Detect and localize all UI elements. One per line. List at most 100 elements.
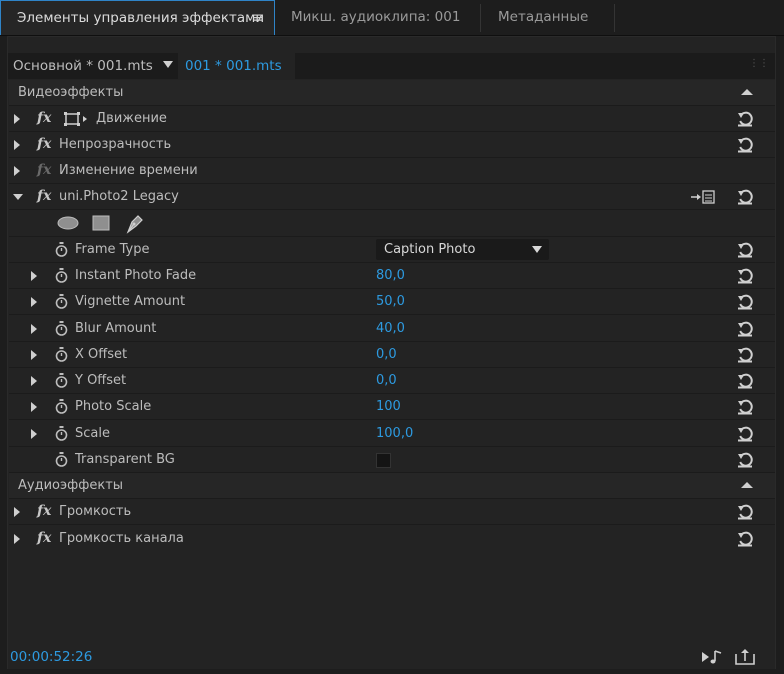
expand-triangle-icon[interactable] [14, 507, 20, 517]
expand-triangle-icon[interactable] [31, 429, 37, 439]
reset-icon[interactable] [737, 504, 753, 520]
effect-row-motion[interactable]: fx Движение [9, 106, 775, 132]
master-clip-tab[interactable]: Основной * 001.mts [13, 53, 153, 79]
reset-icon[interactable] [737, 373, 753, 389]
effect-label: Непрозрачность [59, 137, 172, 152]
param-value[interactable]: 100 [376, 394, 401, 419]
param-value[interactable]: 80,0 [376, 263, 405, 288]
reset-icon[interactable] [737, 347, 753, 363]
expand-triangle-icon[interactable] [14, 114, 20, 124]
param-value[interactable]: 0,0 [376, 368, 397, 393]
fx-badge-icon[interactable]: fx [37, 106, 51, 131]
reset-icon[interactable] [737, 321, 753, 337]
param-value[interactable]: 100,0 [376, 421, 413, 446]
transform-icon[interactable] [64, 112, 92, 126]
reset-icon[interactable] [737, 137, 753, 153]
effect-row-photo2[interactable]: fx uni.Photo2 Legacy [9, 184, 775, 210]
pen-mask-icon[interactable] [124, 212, 146, 234]
tab-audio-clip-mixer[interactable]: Микш. аудиоклипа: 001 [275, 0, 480, 35]
param-row-frame-type: Frame Type Caption Photo [9, 237, 775, 263]
transparent-bg-checkbox[interactable] [376, 453, 391, 468]
panel-tab-bar: Элементы управления эффектами ≡ Микш. ау… [0, 0, 784, 36]
effect-label: Изменение времени [59, 163, 198, 178]
stopwatch-icon[interactable] [55, 426, 68, 442]
effect-label: Громкость канала [59, 531, 184, 546]
param-row-x-offset: X Offset 0,0 [9, 342, 775, 368]
fx-badge-icon[interactable]: fx [37, 158, 51, 183]
expand-triangle-icon[interactable] [14, 534, 20, 544]
param-label: Photo Scale [75, 399, 152, 414]
audio-effects-label: Аудиоэффекты [18, 478, 124, 493]
stopwatch-icon[interactable] [55, 399, 68, 415]
reset-icon[interactable] [737, 399, 753, 415]
stopwatch-icon[interactable] [55, 452, 68, 468]
stopwatch-icon[interactable] [55, 321, 68, 337]
stopwatch-icon[interactable] [55, 268, 68, 284]
timecode-display[interactable]: 00:00:52:26 [10, 645, 92, 669]
ellipse-mask-icon[interactable] [57, 216, 79, 230]
clip-selector-bar: Основной * 001.mts 001 * 001.mts ⋮⋮ [8, 53, 775, 79]
rectangle-mask-icon[interactable] [92, 215, 110, 231]
stopwatch-icon[interactable] [55, 373, 68, 389]
stopwatch-icon[interactable] [55, 242, 68, 258]
chevron-down-icon [532, 246, 542, 253]
expand-triangle-icon[interactable] [31, 402, 37, 412]
effect-label: Громкость [59, 504, 132, 519]
param-value[interactable]: 40,0 [376, 316, 405, 341]
param-row-scale: Scale 100,0 [9, 421, 775, 447]
param-label: Frame Type [75, 242, 150, 257]
panel-menu-icon[interactable]: ≡ [252, 1, 264, 36]
reset-icon[interactable] [737, 268, 753, 284]
expand-triangle-icon[interactable] [31, 324, 37, 334]
param-label: Scale [75, 426, 110, 441]
param-value[interactable]: 0,0 [376, 342, 397, 367]
param-label: Transparent BG [75, 452, 175, 467]
reset-icon[interactable] [737, 452, 753, 468]
param-value[interactable]: 50,0 [376, 289, 405, 314]
effect-row-channel-volume[interactable]: fx Громкость канала [9, 526, 775, 552]
reset-icon[interactable] [737, 242, 753, 258]
expand-triangle-icon[interactable] [31, 271, 37, 281]
fx-badge-icon[interactable]: fx [37, 132, 51, 157]
audio-effects-header[interactable]: Аудиоэффекты [9, 473, 775, 499]
reset-icon[interactable] [737, 426, 753, 442]
expand-triangle-icon[interactable] [31, 297, 37, 307]
param-label: Blur Amount [75, 321, 157, 336]
param-row-y-offset: Y Offset 0,0 [9, 368, 775, 394]
panel-footer: 00:00:52:26 [8, 645, 775, 669]
expand-triangle-icon[interactable] [31, 350, 37, 360]
effect-row-time-remapping[interactable]: fx Изменение времени [9, 158, 775, 184]
reset-icon[interactable] [737, 531, 753, 547]
effect-controls-panel: Основной * 001.mts 001 * 001.mts ⋮⋮ Виде… [7, 36, 776, 669]
tab-effect-controls[interactable]: Элементы управления эффектами ≡ [0, 0, 275, 35]
reset-icon[interactable] [737, 111, 753, 127]
video-effects-header[interactable]: Видеоэффекты [9, 80, 775, 106]
clip-dropdown-icon[interactable] [163, 61, 173, 68]
expand-triangle-icon[interactable] [31, 376, 37, 386]
tab-divider [480, 4, 481, 32]
expand-triangle-icon[interactable] [14, 140, 20, 150]
audio-only-icon[interactable] [701, 649, 723, 665]
reset-icon[interactable] [737, 189, 753, 205]
frame-type-dropdown[interactable]: Caption Photo [376, 239, 549, 260]
reset-icon[interactable] [737, 294, 753, 310]
stopwatch-icon[interactable] [55, 347, 68, 363]
tab-metadata[interactable]: Метаданные [482, 0, 612, 35]
effect-label: uni.Photo2 Legacy [59, 189, 179, 204]
param-row-instant-photo-fade: Instant Photo Fade 80,0 [9, 263, 775, 289]
effect-settings-icon[interactable] [691, 190, 715, 204]
fx-badge-icon[interactable]: fx [37, 499, 51, 524]
fx-badge-icon[interactable]: fx [37, 526, 51, 551]
expand-triangle-icon[interactable] [14, 166, 20, 176]
param-label: X Offset [75, 347, 128, 362]
fx-badge-icon[interactable]: fx [37, 184, 51, 209]
collapse-up-icon[interactable] [741, 482, 753, 488]
effect-row-opacity[interactable]: fx Непрозрачность [9, 132, 775, 158]
stopwatch-icon[interactable] [55, 294, 68, 310]
effect-row-volume[interactable]: fx Громкость [9, 499, 775, 525]
collapse-triangle-icon[interactable] [13, 194, 23, 200]
export-icon[interactable] [735, 649, 755, 665]
panel-grip-icon[interactable]: ⋮⋮ [749, 58, 769, 69]
current-clip-tab[interactable]: 001 * 001.mts [178, 53, 295, 79]
collapse-up-icon[interactable] [741, 89, 753, 95]
